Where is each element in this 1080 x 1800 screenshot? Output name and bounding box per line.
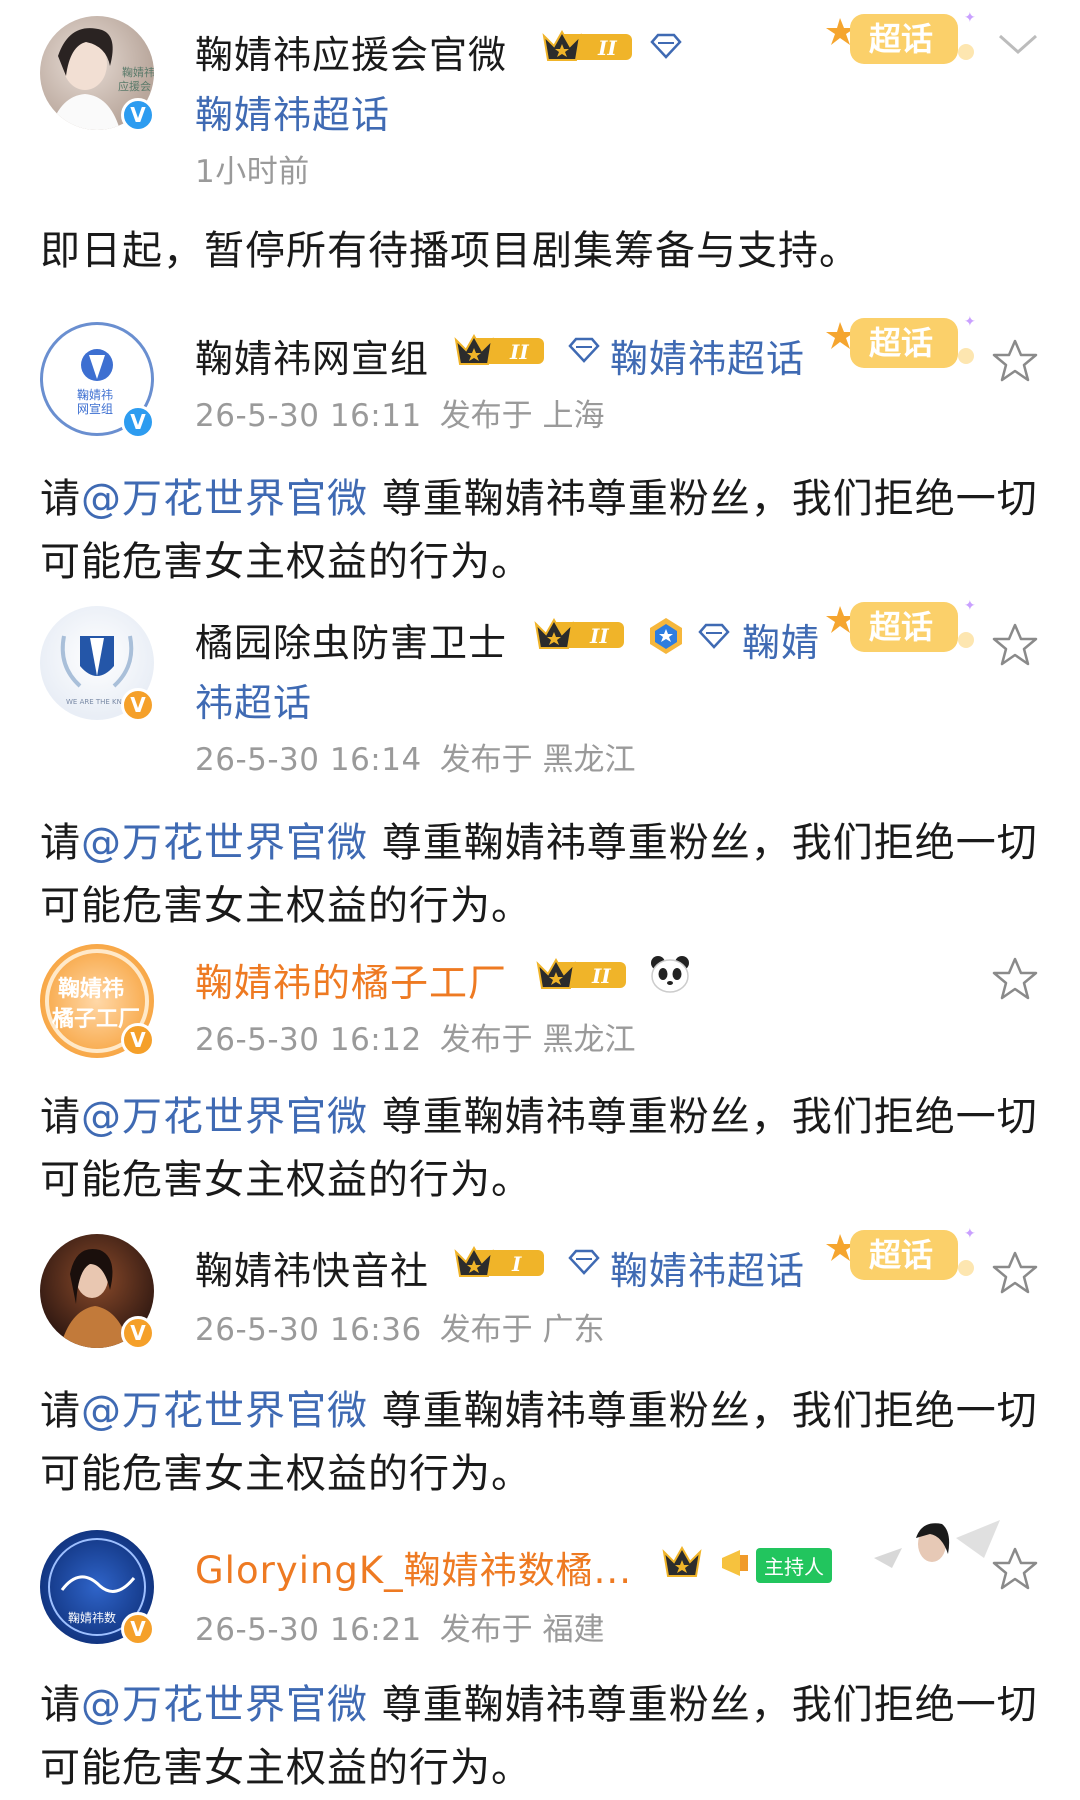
svg-text:II: II [589, 624, 609, 648]
verified-v-badge: V [121, 405, 155, 439]
crown-level-icon: II [534, 617, 624, 649]
favorite-star-icon[interactable] [992, 1250, 1038, 1296]
post-body: 请@万花世界官微 尊重鞠婧祎尊重粉丝，我们拒绝一切可能危害女主权益的行为。 [40, 1674, 1040, 1800]
svg-text:超话: 超话 [869, 20, 933, 58]
post-meta: 26-5-30 16:12 发布于 黑龙江 [195, 1014, 636, 1059]
host-tag: 主持人 [756, 1548, 832, 1583]
mention-link[interactable]: @万花世界官微 [81, 1682, 368, 1728]
crown-level-icon: II [542, 29, 632, 61]
body-prefix: 请 [40, 1094, 81, 1140]
post-location: 发布于 黑龙江 [439, 742, 636, 778]
svg-text:WE ARE THE KNZ: WE ARE THE KNZ [66, 698, 127, 706]
post-time: 26-5-30 16:14 [195, 742, 422, 778]
svg-text:鞠婧祎: 鞠婧祎 [58, 976, 124, 1002]
super-topic-badge-icon[interactable]: 超话 ✦ [826, 4, 976, 78]
favorite-star-icon[interactable] [992, 338, 1038, 384]
diamond-icon [650, 33, 682, 59]
post-body: 即日起，暂停所有待播项目剧集筹备与支持。 [40, 228, 860, 274]
svg-text:✦: ✦ [964, 1226, 976, 1242]
megaphone-icon [722, 1550, 748, 1576]
mention-link[interactable]: @万花世界官微 [81, 820, 368, 866]
panda-icon [651, 956, 689, 993]
super-topic-badge-icon[interactable]: 超话 ✦ [826, 592, 976, 666]
verified-v-badge: V [121, 688, 155, 722]
mention-link[interactable]: @万花世界官微 [81, 1094, 368, 1140]
favorite-star-icon[interactable] [992, 622, 1038, 668]
diamond-icon [698, 623, 730, 649]
favorite-star-icon[interactable] [992, 1546, 1038, 1592]
super-topic-link[interactable]: 鞠婧祎超话 [610, 1240, 805, 1295]
crown-icon [662, 1545, 702, 1577]
gold-medal-icon [650, 618, 682, 654]
super-topic-badge-icon[interactable]: 超话 ✦ [826, 1220, 976, 1294]
verified-v-badge: V [121, 1612, 155, 1646]
post-body: 请@万花世界官微 尊重鞠婧祎尊重粉丝，我们拒绝一切可能危害女主权益的行为。 [40, 812, 1040, 938]
svg-text:✦: ✦ [964, 10, 976, 26]
post-time: 26-5-30 16:36 [195, 1312, 422, 1348]
crown-level-icon: II [536, 957, 626, 989]
super-topic-link[interactable]: 鞠婧祎超话 [610, 328, 805, 383]
super-topic-link-continued[interactable]: 祎超话 [195, 672, 312, 727]
post-location: 发布于 福建 [439, 1612, 605, 1648]
post-meta: 26-5-30 16:14 发布于 黑龙江 [195, 734, 636, 779]
author-name[interactable]: 鞠婧祎快音社 [195, 1240, 429, 1295]
crown-level-icon: I [454, 1245, 544, 1277]
post-meta: 1小时前 [195, 146, 310, 191]
author-name[interactable]: 橘园除虫防害卫士 [195, 612, 507, 667]
svg-text:II: II [509, 340, 529, 364]
verified-v-badge: V [121, 98, 155, 132]
body-prefix: 请 [40, 476, 81, 522]
decoration-portrait-icon [874, 1520, 1000, 1568]
post-body: 请@万花世界官微 尊重鞠婧祎尊重粉丝，我们拒绝一切可能危害女主权益的行为。 [40, 1086, 1040, 1212]
post-meta: 26-5-30 16:21 发布于 福建 [195, 1604, 605, 1649]
diamond-icon [568, 1249, 600, 1275]
svg-text:II: II [591, 964, 611, 988]
super-topic-link[interactable]: 鞠婧祎超话 [195, 84, 390, 139]
mention-link[interactable]: @万花世界官微 [81, 1388, 368, 1434]
author-name[interactable]: 鞠婧祎网宣组 [195, 328, 429, 383]
verified-v-badge: V [121, 1316, 155, 1350]
post-meta: 26-5-30 16:36 发布于 广东 [195, 1304, 605, 1349]
post-location: 发布于 广东 [439, 1312, 605, 1348]
author-name[interactable]: 鞠婧祎应援会官微 [195, 24, 507, 79]
favorite-star-icon[interactable] [992, 956, 1038, 1002]
author-name[interactable]: 鞠婧祎的橘子工厂 [195, 952, 507, 1007]
post-time: 26-5-30 16:11 [195, 398, 422, 434]
svg-text:应援会: 应援会 [118, 79, 151, 93]
super-topic-link[interactable]: 鞠婧 [742, 612, 820, 667]
super-topic-badge-icon[interactable]: 超话 ✦ [826, 308, 976, 382]
author-name[interactable]: GloryingK_鞠婧祎数橘... [195, 1540, 632, 1594]
svg-text:鞠婧祎: 鞠婧祎 [77, 387, 113, 402]
svg-text:✦: ✦ [964, 314, 976, 330]
svg-text:超话: 超话 [869, 324, 933, 362]
svg-text:鞠婧祎: 鞠婧祎 [122, 65, 154, 79]
svg-text:II: II [597, 36, 617, 60]
svg-text:I: I [511, 1252, 522, 1276]
post-time: 26-5-30 16:12 [195, 1022, 422, 1058]
body-prefix: 请 [40, 820, 81, 866]
post-time: 26-5-30 16:21 [195, 1612, 422, 1648]
svg-text:✦: ✦ [964, 598, 976, 614]
post-body: 请@万花世界官微 尊重鞠婧祎尊重粉丝，我们拒绝一切可能危害女主权益的行为。 [40, 468, 1040, 594]
post-time: 1小时前 [195, 154, 310, 190]
verified-v-badge: V [121, 1023, 155, 1057]
body-prefix: 请 [40, 1682, 81, 1728]
svg-text:网宣组: 网宣组 [77, 401, 113, 416]
crown-level-icon: II [454, 333, 544, 365]
svg-text:超话: 超话 [869, 608, 933, 646]
svg-text:超话: 超话 [869, 1236, 933, 1274]
post-body: 请@万花世界官微 尊重鞠婧祎尊重粉丝，我们拒绝一切可能危害女主权益的行为。 [40, 1380, 1040, 1506]
post-meta: 26-5-30 16:11 发布于 上海 [195, 390, 605, 435]
chevron-down-icon[interactable] [996, 30, 1040, 58]
body-prefix: 请 [40, 1388, 81, 1434]
svg-text:鞠婧祎数: 鞠婧祎数 [68, 1610, 116, 1625]
post-location: 发布于 黑龙江 [439, 1022, 636, 1058]
diamond-icon [568, 337, 600, 363]
mention-link[interactable]: @万花世界官微 [81, 476, 368, 522]
post-location: 发布于 上海 [439, 398, 605, 434]
